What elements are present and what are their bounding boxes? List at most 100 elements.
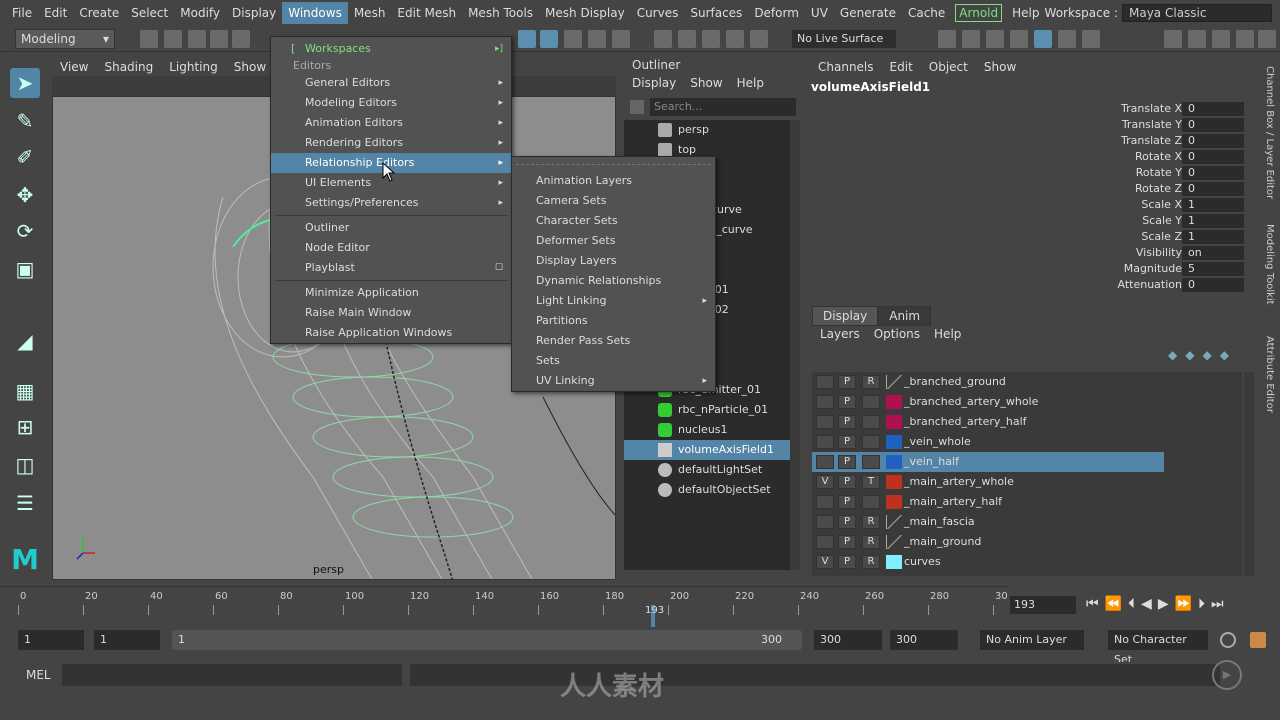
mel-input[interactable] xyxy=(62,664,402,686)
menu-item-display-layers[interactable]: Display Layers xyxy=(512,251,715,271)
outliner-scrollbar[interactable] xyxy=(790,120,800,570)
layer-p-toggle[interactable]: P xyxy=(838,435,856,449)
move-layer-up-icon[interactable]: ◆ xyxy=(1168,348,1177,362)
layer-p-toggle[interactable]: P xyxy=(838,495,856,509)
snap-view-icon[interactable] xyxy=(678,30,696,48)
lock-icon[interactable] xyxy=(588,30,606,48)
layer-v-toggle[interactable] xyxy=(816,435,834,449)
scene-start-field[interactable]: 1 xyxy=(18,630,84,650)
channel-menu-item[interactable]: Object xyxy=(929,60,968,74)
viewport-menu-item[interactable]: View xyxy=(52,60,96,74)
layer-r-toggle[interactable]: T xyxy=(862,475,880,489)
layer-r-toggle[interactable] xyxy=(862,435,880,449)
anim-prefs-icon[interactable] xyxy=(1250,632,1266,648)
attribute-editor-icon[interactable] xyxy=(1188,30,1206,48)
layer-p-toggle[interactable]: P xyxy=(838,515,856,529)
menu-item-sets[interactable]: Sets xyxy=(512,351,715,371)
outliner-menu-item[interactable]: Display xyxy=(632,76,676,90)
layer-v-toggle[interactable]: V xyxy=(816,555,834,569)
channel-name[interactable]: Magnitude xyxy=(1032,262,1182,275)
menu-arnold[interactable]: Arnold xyxy=(955,4,1003,22)
channel-name[interactable]: Rotate Y xyxy=(1032,166,1182,179)
outliner-menu-item[interactable]: Help xyxy=(737,76,764,90)
layer-row[interactable]: P R _main_ground xyxy=(812,532,1164,552)
step-forward-frame-icon[interactable]: ⏵ xyxy=(1198,596,1205,612)
option-box-icon[interactable]: ☐ xyxy=(495,258,503,278)
menu-surfaces[interactable]: Surfaces xyxy=(684,2,748,24)
side-tab-channel-box[interactable]: Channel Box / Layer Editor xyxy=(1264,66,1275,199)
channel-name[interactable]: Rotate X xyxy=(1032,150,1182,163)
channel-value[interactable]: 0 xyxy=(1182,118,1244,132)
channel-name[interactable]: Visibility xyxy=(1032,246,1182,259)
outliner-filter-icon[interactable] xyxy=(630,100,644,114)
scene-end-field[interactable]: 300 xyxy=(890,630,958,650)
layer-v-toggle[interactable] xyxy=(816,515,834,529)
outliner-layout-icon[interactable]: ☰ xyxy=(10,488,40,518)
snap-live-icon[interactable] xyxy=(726,30,744,48)
menu-mesh-tools[interactable]: Mesh Tools xyxy=(462,2,539,24)
workspaces-item[interactable]: [Workspaces ▸] xyxy=(271,39,511,59)
step-back-key-icon[interactable]: ⏪ xyxy=(1105,596,1122,612)
channel-value[interactable]: 0 xyxy=(1182,134,1244,148)
render-view-icon[interactable] xyxy=(1058,30,1076,48)
layout-four-icon[interactable]: ⊞ xyxy=(10,412,40,442)
menu-item-general-editors[interactable]: General Editors ▸ xyxy=(271,73,511,93)
viewport-menu-item[interactable]: Show xyxy=(226,60,274,74)
outliner-item[interactable]: rbc_nParticle_01 xyxy=(624,400,790,420)
go-to-start-icon[interactable]: ⏮ xyxy=(1086,596,1099,612)
menu-file[interactable]: File xyxy=(6,2,38,24)
playback-start-field[interactable]: 1 xyxy=(94,630,160,650)
layer-v-toggle[interactable] xyxy=(816,495,834,509)
channel-value[interactable]: 1 xyxy=(1182,230,1244,244)
layer-r-toggle[interactable] xyxy=(862,415,880,429)
lasso-icon[interactable]: ✎ xyxy=(10,106,40,136)
layer-color-swatch[interactable] xyxy=(886,455,902,469)
modeling-toolkit-icon[interactable] xyxy=(1164,30,1182,48)
channel-name[interactable]: Translate Z xyxy=(1032,134,1182,147)
help-icon[interactable] xyxy=(564,30,582,48)
move-layer-down-icon[interactable]: ◆ xyxy=(1185,348,1194,362)
menu-edit-mesh[interactable]: Edit Mesh xyxy=(391,2,462,24)
layer-menu-item[interactable]: Options xyxy=(874,327,920,341)
layer-scrollbar[interactable] xyxy=(1244,372,1254,576)
layer-row[interactable]: V P Rcurves xyxy=(812,552,1164,572)
tear-off-line[interactable] xyxy=(516,157,711,165)
menu-item-render-pass-sets[interactable]: Render Pass Sets xyxy=(512,331,715,351)
play-back-icon[interactable]: ◀ xyxy=(1141,596,1152,612)
scale-icon[interactable]: ▣ xyxy=(10,254,40,284)
layer-row[interactable]: P _branched_artery_half xyxy=(812,412,1164,432)
layout-icon[interactable] xyxy=(1258,30,1276,48)
symmetry-icon[interactable] xyxy=(750,30,768,48)
move-icon[interactable]: ✥ xyxy=(10,180,40,210)
layer-color-swatch[interactable] xyxy=(886,435,902,449)
channel-value[interactable]: 1 xyxy=(1182,198,1244,212)
menu-deform[interactable]: Deform xyxy=(748,2,805,24)
layer-p-toggle[interactable]: P xyxy=(838,535,856,549)
menu-uv[interactable]: UV xyxy=(805,2,834,24)
layer-color-swatch[interactable] xyxy=(886,375,902,389)
channel-name[interactable]: Scale Z xyxy=(1032,230,1182,243)
layer-r-toggle[interactable] xyxy=(862,455,880,469)
layer-row[interactable]: V P T _main_artery_whole xyxy=(812,472,1164,492)
menu-item-animation-layers[interactable]: Animation Layers xyxy=(512,171,715,191)
layer-r-toggle[interactable]: R xyxy=(862,555,880,569)
new-scene-icon[interactable] xyxy=(140,30,158,48)
rotate-icon[interactable]: ⟳ xyxy=(10,216,40,246)
menu-item-light-linking[interactable]: Light Linking ▸ xyxy=(512,291,715,311)
channel-value[interactable]: 0 xyxy=(1182,150,1244,164)
open-scene-icon[interactable] xyxy=(164,30,182,48)
layer-p-toggle[interactable]: P xyxy=(838,555,856,569)
menu-item-minimize-application[interactable]: Minimize Application xyxy=(271,283,511,303)
select-arrow-icon[interactable]: ➤ xyxy=(10,68,40,98)
layer-color-swatch[interactable] xyxy=(886,495,902,509)
channel-name[interactable]: Rotate Z xyxy=(1032,182,1182,195)
channel-row[interactable]: Rotate Y0 xyxy=(808,166,1248,182)
side-tab-attribute-editor[interactable]: Attribute Editor xyxy=(1264,336,1275,413)
ipr-icon[interactable] xyxy=(986,30,1004,48)
outliner-item[interactable]: nucleus1 xyxy=(624,420,790,440)
channel-row[interactable]: Scale Z1 xyxy=(808,230,1248,246)
channel-row[interactable]: Translate Z0 xyxy=(808,134,1248,150)
current-frame-field[interactable]: 193 xyxy=(1010,596,1076,614)
channel-row[interactable]: Rotate Z0 xyxy=(808,182,1248,198)
mode-dropdown[interactable]: Modeling ▾ xyxy=(15,29,115,49)
